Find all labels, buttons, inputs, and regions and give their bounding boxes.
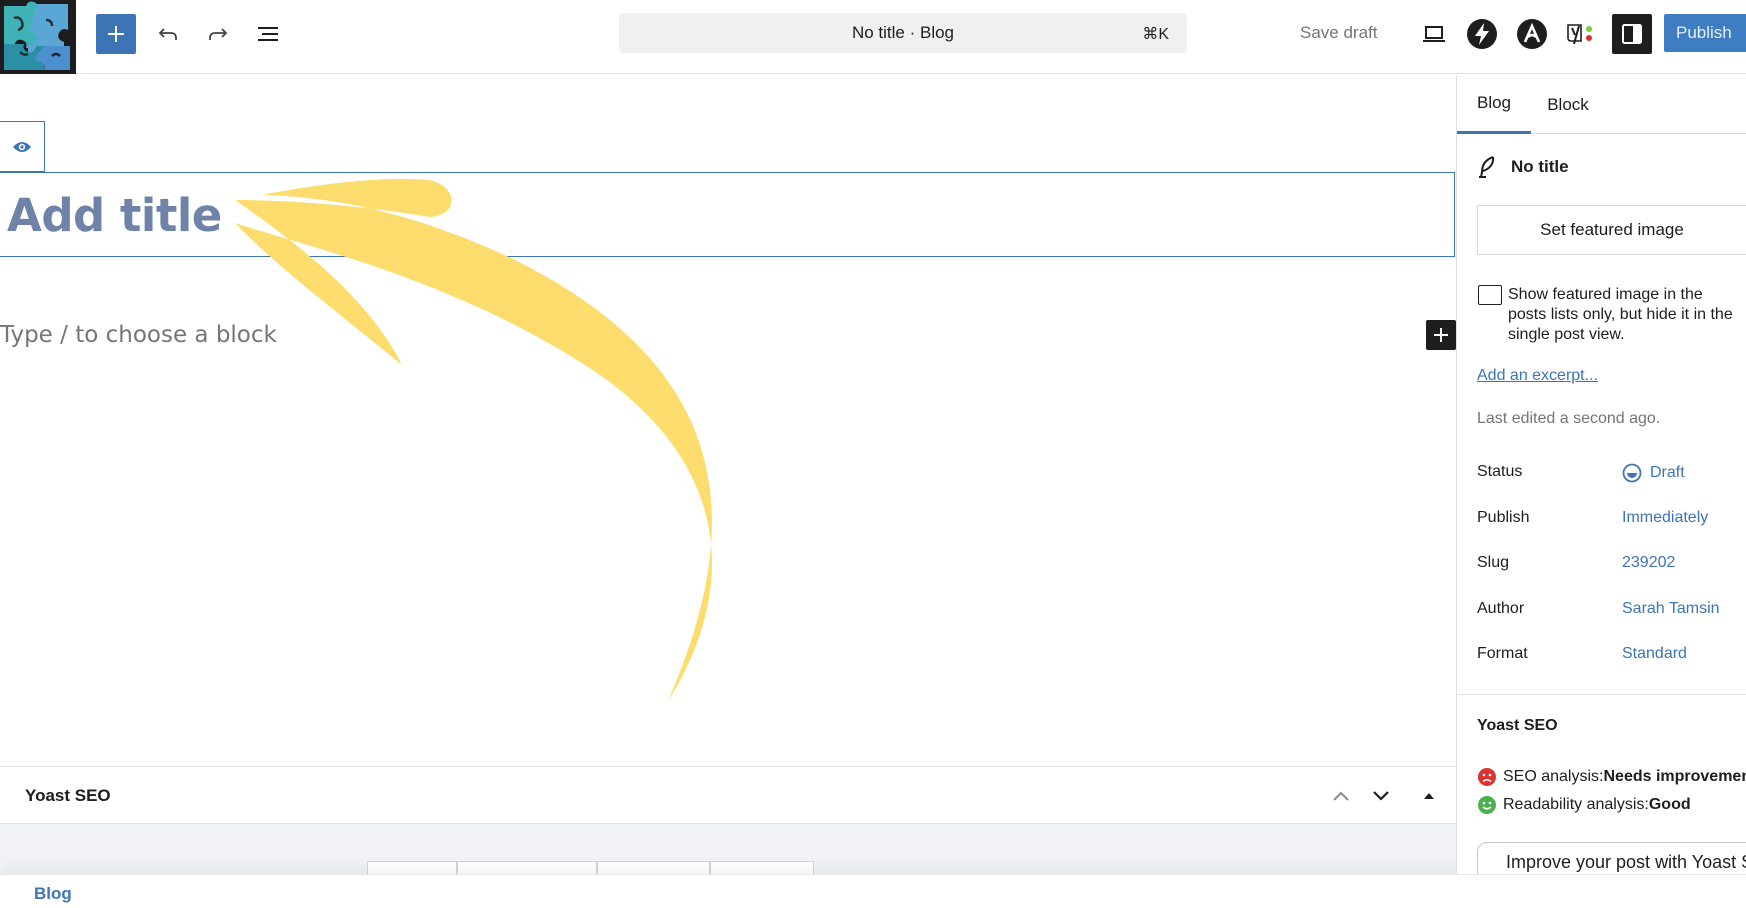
sidebar-panel-icon (1622, 24, 1642, 44)
meta-label: Slug (1477, 554, 1510, 571)
visibility-toggle[interactable] (0, 121, 45, 172)
post-title-input[interactable]: Add title (7, 189, 222, 242)
yoast-metabox-content (0, 824, 1456, 875)
yoast-tab[interactable] (597, 861, 710, 875)
meta-label: Format (1477, 645, 1528, 662)
list-view-button[interactable] (248, 14, 288, 54)
editor-canvas: Add title Type / to choose a block (0, 75, 1456, 765)
inline-block-inserter[interactable] (1426, 320, 1456, 350)
sad-face-icon (1478, 768, 1496, 786)
happy-face-icon (1478, 796, 1496, 814)
editor-toolbar: No title · Blog ⌘K Save draft Publish (0, 0, 1746, 74)
set-featured-image-button[interactable]: Set featured image (1477, 205, 1746, 255)
publish-button[interactable]: Publish (1664, 14, 1746, 52)
format-button[interactable]: Standard (1622, 645, 1687, 663)
yoast-metabox-header[interactable]: Yoast SEO (0, 766, 1456, 824)
readability-analysis-label: Readability analysis: (1503, 796, 1649, 813)
readability-analysis-row[interactable]: Readability analysis: Good (1477, 795, 1691, 815)
undo-button[interactable] (148, 14, 188, 54)
list-view-icon (258, 27, 278, 41)
plugin-a-button[interactable] (1512, 14, 1552, 54)
meta-row-publish: Publish Immediately (1477, 509, 1746, 533)
preview-button[interactable] (1414, 14, 1454, 54)
site-logo[interactable] (0, 0, 76, 74)
settings-sidebar: Blog Block No title Set featured image S… (1456, 75, 1746, 874)
document-title: No title · Blog (851, 23, 955, 42)
puzzle-logo-icon (0, 0, 76, 74)
meta-label: Author (1477, 600, 1525, 617)
status-value-button[interactable]: Draft (1622, 463, 1685, 483)
letter-a-logo-icon (1517, 19, 1547, 49)
post-summary-header: No title (1477, 155, 1569, 179)
yoast-toolbar-button[interactable] (1562, 14, 1602, 54)
status-value-text: Draft (1650, 464, 1685, 481)
meta-row-format: Format Standard (1477, 645, 1746, 669)
yoast-logo-icon (1567, 24, 1592, 45)
meta-row-author: Author Sarah Tamsin (1477, 600, 1746, 624)
redo-button[interactable] (198, 14, 238, 54)
publish-date-button[interactable]: Immediately (1622, 509, 1708, 527)
block-placeholder[interactable]: Type / to choose a block (0, 322, 277, 348)
meta-label: Status (1477, 463, 1523, 480)
laptop-icon (1423, 26, 1445, 42)
save-draft-button[interactable]: Save draft (1300, 23, 1378, 43)
sidebar-divider (1457, 694, 1746, 695)
yoast-panel-title[interactable]: Yoast SEO (1477, 717, 1558, 735)
plus-icon (108, 26, 124, 42)
seo-analysis-row[interactable]: SEO analysis: Needs improvement (1477, 767, 1746, 787)
meta-row-status: Status Draft (1477, 463, 1746, 487)
metabox-move-down-button[interactable] (1362, 777, 1400, 815)
breadcrumb-blog[interactable]: Blog (34, 884, 72, 904)
triangle-up-icon (1424, 793, 1434, 799)
meta-label: Publish (1477, 509, 1530, 526)
eye-icon (13, 141, 31, 152)
block-breadcrumb-bar: Blog (0, 874, 1746, 908)
redo-icon (209, 28, 228, 40)
draft-status-icon (1622, 463, 1642, 483)
add-block-button[interactable] (96, 14, 136, 54)
yoast-tab[interactable] (367, 861, 457, 875)
tab-block[interactable]: Block (1531, 75, 1605, 134)
plugin-bolt-button[interactable] (1462, 14, 1502, 54)
metabox-move-up-button[interactable] (1322, 777, 1360, 815)
undo-icon (158, 28, 177, 40)
chevron-up-icon (1333, 791, 1349, 801)
yoast-tab[interactable] (710, 861, 814, 875)
author-button[interactable]: Sarah Tamsin (1622, 600, 1720, 618)
chevron-down-icon (1373, 791, 1389, 801)
yoast-metabox-tabs (367, 861, 814, 875)
keyboard-shortcut: ⌘K (1142, 26, 1169, 43)
post-summary-title: No title (1511, 157, 1569, 176)
featured-image-checkbox-label: Show featured image in the posts lists o… (1508, 286, 1733, 343)
feather-icon (1479, 156, 1495, 178)
seo-analysis-value: Needs improvement (1603, 768, 1746, 785)
tab-blog[interactable]: Blog (1457, 75, 1531, 134)
sidebar-tabs: Blog Block (1457, 75, 1746, 134)
slug-button[interactable]: 239202 (1622, 554, 1675, 572)
metabox-title: Yoast SEO (25, 786, 111, 805)
improve-post-button[interactable]: Improve your post with Yoast SEO (1477, 842, 1746, 874)
yoast-tab[interactable] (457, 861, 597, 875)
command-palette-button[interactable]: No title · Blog ⌘K (619, 13, 1187, 53)
readability-analysis-value: Good (1648, 796, 1691, 813)
post-title-block[interactable]: Add title (0, 172, 1455, 257)
add-excerpt-link[interactable]: Add an excerpt... (1477, 367, 1598, 385)
meta-row-slug: Slug 239202 (1477, 554, 1746, 578)
lightning-bolt-icon (1467, 19, 1497, 49)
settings-sidebar-toggle[interactable] (1612, 14, 1652, 54)
plus-icon (1434, 328, 1448, 342)
seo-analysis-label: SEO analysis: (1503, 768, 1604, 785)
last-edited-text: Last edited a second ago. (1477, 410, 1661, 427)
metabox-toggle-button[interactable] (1410, 777, 1448, 815)
featured-image-list-only-checkbox[interactable] (1478, 285, 1502, 305)
